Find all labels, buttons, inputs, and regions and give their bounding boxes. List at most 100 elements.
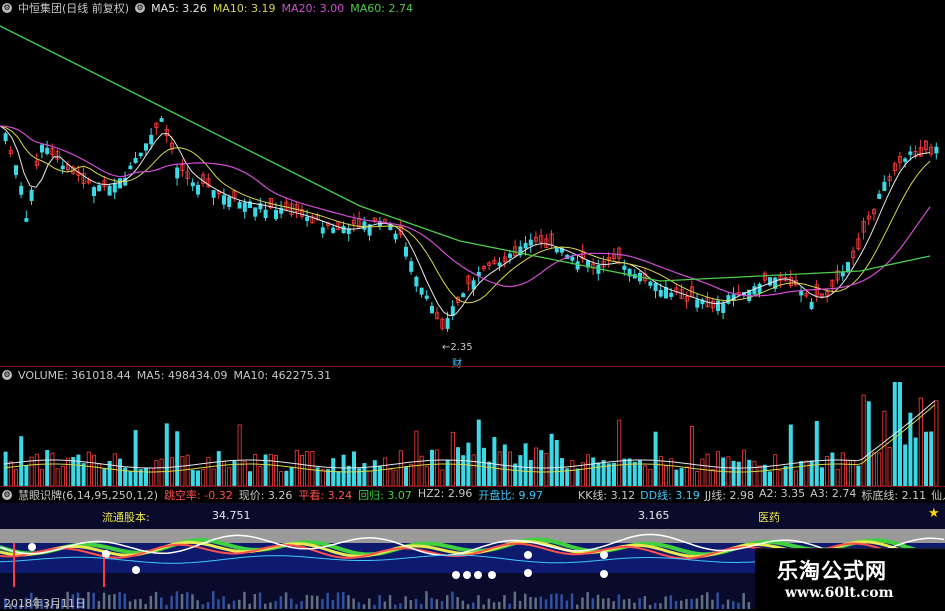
indicator-bar <box>570 593 574 609</box>
volume-bar <box>684 466 689 486</box>
volume-bar <box>622 458 627 486</box>
volume-bar <box>92 454 97 486</box>
indicator-bar <box>560 594 563 609</box>
volume-bar <box>102 468 107 486</box>
indicator-bar <box>550 594 553 609</box>
indicator-bar <box>92 592 95 609</box>
indicator-bar <box>440 601 444 609</box>
indicator-bar <box>425 591 428 609</box>
volume-bar <box>570 460 575 486</box>
volume-bar <box>830 452 835 486</box>
signal-dot <box>488 571 496 579</box>
indicator-bar <box>664 596 667 609</box>
volume-bar <box>40 469 45 486</box>
candle <box>409 261 414 272</box>
indicator-right-value-2: JJ线: 2.98 <box>704 489 754 502</box>
indicator-bar <box>342 592 345 609</box>
indicator-bar <box>404 596 407 609</box>
candle <box>107 185 112 196</box>
mid-value: 3.165 <box>638 509 670 522</box>
volume-bar <box>185 454 190 486</box>
volume-bar <box>169 457 174 486</box>
candle <box>97 185 102 192</box>
ma10-label: MA10: 3.19 <box>212 1 276 15</box>
indicator-name[interactable]: 慧眼识牌(6,14,95,250,1,2) <box>18 487 158 503</box>
indicator-value-0: 跳空率: -0.32 <box>164 489 233 502</box>
volume-bar <box>752 460 757 486</box>
candle <box>133 157 138 164</box>
signal-dot <box>132 566 140 574</box>
event-marker[interactable]: 财 <box>452 355 462 370</box>
indicator-bar <box>383 601 387 609</box>
candle <box>497 262 502 266</box>
candle <box>138 152 143 156</box>
signal-dot <box>524 569 532 577</box>
volume-bar <box>882 410 887 486</box>
volume-bar <box>372 460 377 486</box>
indicator-bar <box>248 603 251 609</box>
indicator-bar <box>659 603 662 609</box>
gear-icon[interactable]: ⚙ <box>135 3 146 13</box>
candle <box>695 299 700 308</box>
candle <box>195 184 200 195</box>
indicator-bar <box>264 603 267 609</box>
candle <box>242 202 247 212</box>
indicator-bar <box>685 599 688 609</box>
gear-icon[interactable]: ⚙ <box>2 490 12 500</box>
volume-bar <box>814 421 819 486</box>
candle <box>149 134 154 145</box>
volume-bar <box>403 466 408 486</box>
indicator-bar <box>565 600 569 609</box>
indicator-bar <box>128 601 132 609</box>
signal-dot <box>600 551 608 559</box>
indicator-bar <box>316 595 319 609</box>
stock-title[interactable]: 中恒集团(日线 前复权) <box>18 0 129 16</box>
indicator-bar <box>388 595 392 609</box>
volume-bar <box>804 460 809 486</box>
volume-bar <box>435 449 440 486</box>
indicator-bar <box>217 599 220 609</box>
watermark-url: www.60lt.com <box>785 585 894 601</box>
indicator-bar <box>706 592 709 609</box>
candle <box>726 295 731 304</box>
candle <box>159 118 164 122</box>
volume-bar <box>383 457 388 486</box>
volume-bar <box>299 455 304 486</box>
indicator-bar <box>482 604 485 609</box>
volume-bar <box>716 451 721 486</box>
volume-bar <box>783 466 788 486</box>
candle <box>190 182 195 187</box>
indicator-bar <box>258 592 262 609</box>
candle <box>653 282 658 292</box>
volume-bar <box>648 469 653 486</box>
price-chart[interactable] <box>0 16 945 366</box>
indicator-bar <box>97 600 101 609</box>
volume-bar <box>710 468 715 486</box>
volume-chart[interactable] <box>0 382 945 486</box>
indicator-bar <box>591 598 595 609</box>
indicator-bar <box>612 601 615 609</box>
candle <box>507 253 512 258</box>
indicator-bar <box>305 594 309 609</box>
candle <box>237 202 242 209</box>
volume-bar <box>487 461 492 486</box>
indicator-bar <box>700 594 704 609</box>
candle <box>882 181 887 191</box>
gear-icon[interactable]: ⚙ <box>2 370 12 380</box>
indicator-bar <box>492 602 496 609</box>
indicator-bar <box>196 600 199 609</box>
volume-bar <box>544 452 549 486</box>
candle <box>528 239 533 246</box>
candle <box>24 218 29 222</box>
volume-bar <box>768 471 773 486</box>
candle <box>211 190 216 198</box>
volume-bar <box>507 451 512 486</box>
indicator-bar <box>628 598 631 609</box>
candle <box>752 286 757 295</box>
indicator-bar <box>336 592 340 609</box>
volume-bar <box>336 471 341 486</box>
gear-icon[interactable]: ⚙ <box>2 3 12 13</box>
ma20-label: MA20: 3.00 <box>281 1 345 15</box>
candle <box>393 233 398 240</box>
volume-bar <box>143 467 148 486</box>
